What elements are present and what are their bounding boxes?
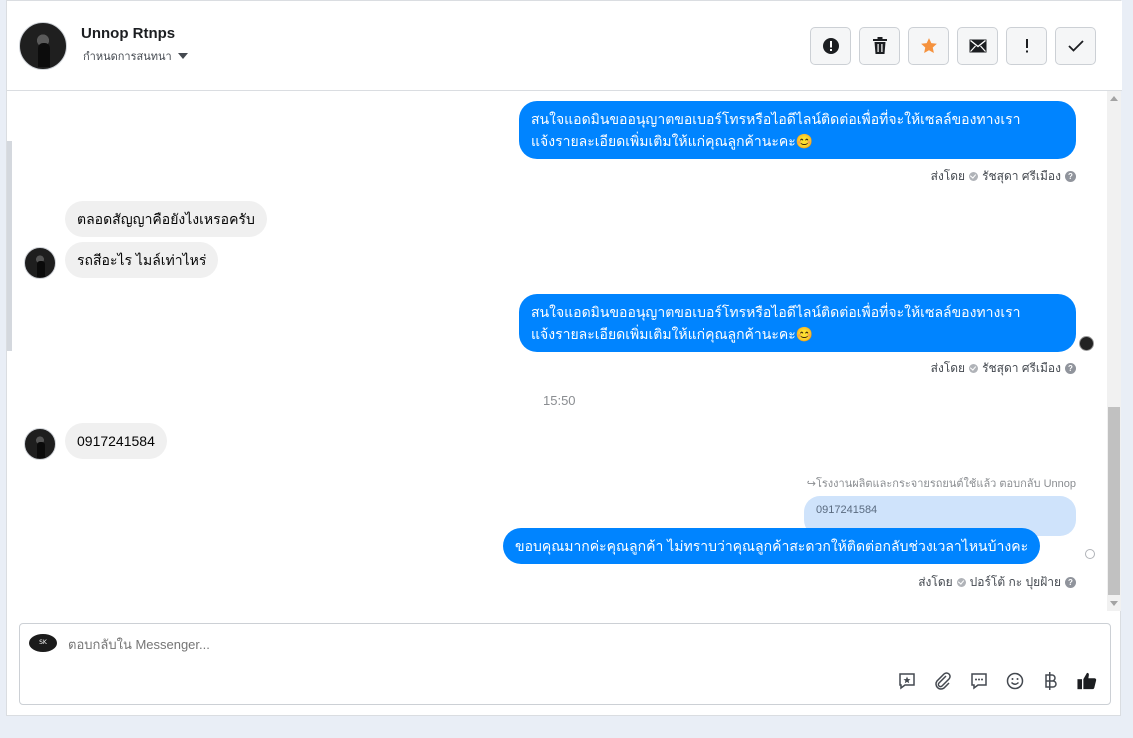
sender-name: รัชสุดา ศรีเมือง (982, 169, 1061, 183)
reply-composer: SK (19, 623, 1111, 705)
contact-name[interactable]: Unnop Rtnps (81, 25, 175, 42)
verified-icon (956, 578, 966, 587)
sender-name: ปอร์โต้ กะ ปุยฝ้าย (969, 575, 1061, 589)
spam-button[interactable] (810, 27, 851, 65)
page-logo: SK (29, 634, 57, 652)
sent-by-row: ส่งโดย รัชสุดา ศรีเมือง ? (931, 359, 1076, 378)
reply-input[interactable] (68, 637, 968, 652)
alert-circle-icon (822, 38, 839, 54)
outgoing-message[interactable]: ขอบคุณมากค่ะคุณลูกค้า ไม่ทราบว่าคุณลูกค้… (503, 528, 1041, 564)
delete-button[interactable] (859, 27, 900, 65)
scrollbar-thumb[interactable] (1108, 407, 1120, 595)
reply-context-note: ↪โรงงานผลิตและกระจายรถยนต์ใช้แล้ว ตอบกลั… (807, 474, 1076, 492)
contact-avatar-small[interactable] (24, 247, 56, 279)
thread-scrollbar[interactable] (1107, 91, 1121, 611)
scroll-up-arrow-icon[interactable] (1110, 96, 1118, 101)
contact-avatar[interactable] (19, 22, 67, 70)
saved-reply-icon (899, 673, 915, 690)
sent-by-row: ส่งโดย ปอร์โต้ กะ ปุยฝ้าย ? (918, 573, 1076, 592)
chat-bubble-icon (971, 673, 987, 690)
star-button[interactable] (908, 27, 949, 65)
composer-tools (897, 671, 1097, 691)
message-thread: สนใจแอดมินขออนุญาตขอเบอร์โทรหรือไอดีไลน์… (7, 92, 1107, 614)
sent-status-icon (1085, 549, 1095, 559)
follow-up-button[interactable] (1006, 27, 1047, 65)
assign-label: กำหนดการสนทนา (83, 50, 172, 63)
attach-button[interactable] (933, 671, 953, 691)
sent-by-row: ส่งโดย รัชสุดา ศรีเมือง ? (931, 167, 1076, 186)
reply-arrow-icon: ↪ (806, 478, 816, 490)
incoming-message[interactable]: 0917241584 (65, 423, 167, 459)
sender-name: รัชสุดา ศรีเมือง (982, 361, 1061, 375)
check-icon (1067, 40, 1084, 52)
seen-indicator-avatar (1079, 336, 1094, 351)
mark-unread-button[interactable] (957, 27, 998, 65)
sent-by-label: ส่งโดย (930, 361, 966, 375)
saved-reply-button[interactable] (897, 671, 917, 691)
caret-down-icon (177, 53, 188, 59)
thumbs-up-icon (1077, 672, 1097, 690)
time-separator: 15:50 (543, 393, 576, 408)
trash-icon (872, 37, 887, 54)
contact-avatar-small[interactable] (24, 428, 56, 460)
incoming-message[interactable]: ตลอดสัญญาคือยังไงเหรอครับ (65, 201, 267, 237)
sent-by-label: ส่งโดย (930, 169, 966, 183)
help-icon[interactable]: ? (1065, 363, 1076, 374)
baht-icon (1045, 672, 1057, 690)
header-actions (810, 27, 1096, 65)
emoji-button[interactable] (1005, 671, 1025, 691)
conversation-panel: Unnop Rtnps กำหนดการสนทนา สนใจแอดมินขออน… (6, 0, 1122, 716)
quick-reply-button[interactable] (969, 671, 989, 691)
sent-by-label: ส่งโดย (918, 575, 953, 589)
incoming-message[interactable]: รถสีอะไร ไมล์เท่าไหร่ (65, 242, 219, 278)
like-button[interactable] (1077, 671, 1097, 691)
exclamation-icon (1025, 39, 1028, 53)
verified-icon (969, 172, 979, 181)
payment-button[interactable] (1041, 671, 1061, 691)
scroll-down-arrow-icon[interactable] (1110, 601, 1118, 606)
envelope-icon (969, 39, 986, 53)
outgoing-message[interactable]: สนใจแอดมินขออนุญาตขอเบอร์โทรหรือไอดีไลน์… (519, 294, 1076, 352)
done-button[interactable] (1055, 27, 1096, 65)
verified-icon (969, 364, 979, 373)
help-icon[interactable]: ? (1065, 577, 1076, 588)
outgoing-message[interactable]: สนใจแอดมินขออนุญาตขอเบอร์โทรหรือไอดีไลน์… (519, 101, 1076, 159)
attachment-icon (935, 672, 951, 690)
conversation-header: Unnop Rtnps กำหนดการสนทนา (7, 1, 1122, 91)
help-icon[interactable]: ? (1065, 171, 1076, 182)
emoji-icon (1006, 672, 1024, 690)
star-icon (920, 38, 937, 53)
reply-context-text: โรงงานผลิตและกระจายรถยนต์ใช้แล้ว ตอบกลับ… (815, 478, 1076, 490)
assign-conversation-dropdown[interactable]: กำหนดการสนทนา (83, 47, 188, 65)
